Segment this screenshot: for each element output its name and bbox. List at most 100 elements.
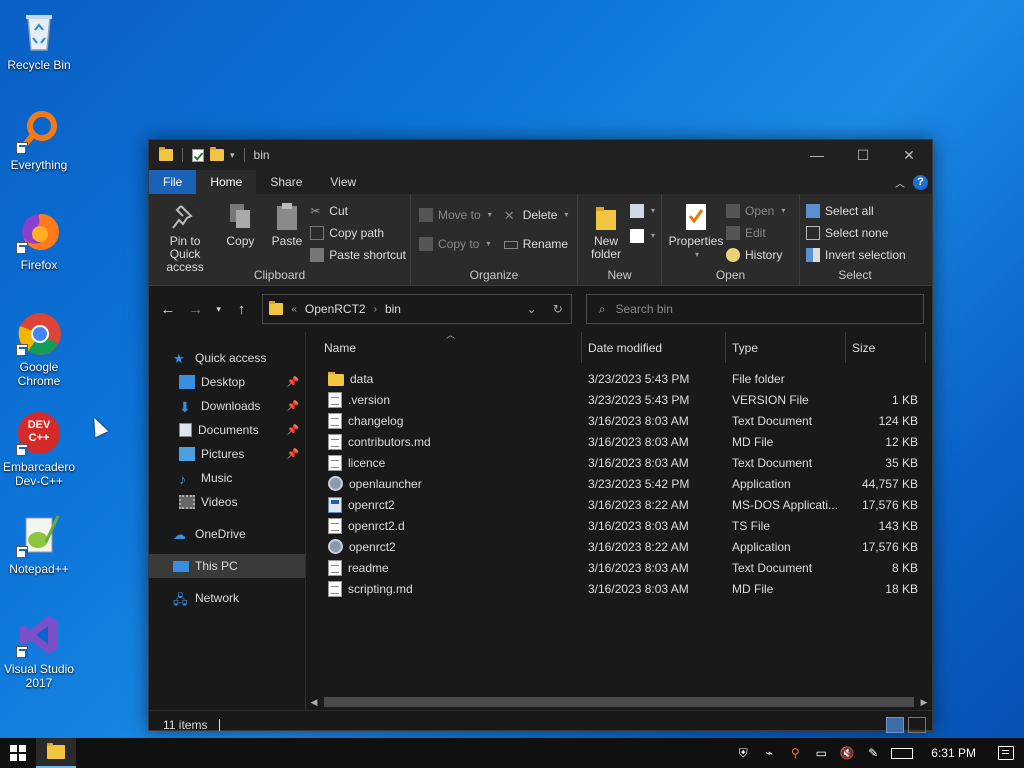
up-arrow-icon[interactable]: ↑ — [231, 301, 253, 318]
delete-label: Delete — [522, 207, 558, 222]
file-row[interactable]: openlauncher 3/23/2023 5:42 PM Application… — [306, 473, 932, 494]
desktop-icon-devcpp[interactable]: DEV C++ Embarcadero Dev-C++ — [0, 410, 78, 488]
select-none-icon — [806, 225, 820, 240]
search-box[interactable]: ⌕ Search bin — [585, 294, 924, 324]
tab-share[interactable]: Share — [256, 170, 316, 194]
paste-button[interactable]: Paste — [264, 198, 311, 267]
close-button[interactable]: ✕ — [886, 140, 932, 170]
recent-locations-chevron-icon[interactable]: ▾ — [213, 304, 225, 315]
scroll-left-icon[interactable]: ◀ — [306, 697, 322, 708]
desktop-icon-notepadpp[interactable]: Notepad++ — [0, 512, 78, 576]
scroll-right-icon[interactable]: ▶ — [916, 697, 932, 708]
keyboard-icon[interactable] — [891, 747, 914, 759]
address-dropdown-chevron-icon[interactable]: ⌄ — [527, 302, 537, 316]
new-folder-quick-icon[interactable] — [210, 147, 224, 161]
edit-icon — [726, 225, 740, 240]
move-to-button[interactable]: Move to ▾ — [419, 206, 492, 223]
clock[interactable]: 6:31 PM — [931, 746, 976, 760]
nav-quick-access[interactable]: ★ Quick access — [149, 346, 305, 370]
security-shield-icon[interactable]: ⛨ — [735, 746, 751, 760]
breadcrumb-overflow-icon[interactable]: « — [291, 304, 297, 315]
edit-button[interactable]: Edit — [726, 224, 785, 241]
properties-button[interactable]: Properties ▾ — [666, 198, 726, 267]
file-row[interactable]: scripting.md 3/16/2023 8:03 AM MD File 18 K… — [306, 578, 932, 599]
network-disconnected-icon[interactable]: ⌁ — [761, 746, 777, 760]
desktop-icon-recycle-bin[interactable]: Recycle Bin — [0, 8, 78, 72]
collapse-ribbon-chevron-icon[interactable]: ︿ — [895, 175, 905, 190]
tab-file[interactable]: File — [149, 170, 197, 194]
volume-muted-icon[interactable]: 🔇 — [839, 746, 855, 760]
pen-icon[interactable]: ✎ — [865, 746, 881, 760]
maximize-button[interactable]: ☐ — [840, 140, 886, 170]
easy-access-button[interactable]: ▾ — [630, 227, 655, 244]
file-row[interactable]: data 3/23/2023 5:43 PM File folder — [306, 368, 932, 389]
file-row[interactable]: readme 3/16/2023 8:03 AM Text Document 8 KB — [306, 557, 932, 578]
nav-downloads[interactable]: ⬇ Downloads 📌 — [149, 394, 305, 418]
mouse-cursor — [87, 414, 109, 438]
nav-videos[interactable]: Videos — [149, 490, 305, 514]
file-row[interactable]: openrct2 3/16/2023 8:22 AM Application 17,5… — [306, 536, 932, 557]
cloud-icon: ☁ — [173, 527, 186, 542]
customize-toolbar-chevron-icon[interactable]: ▾ — [230, 150, 235, 161]
file-row[interactable]: openrct2.d 3/16/2023 8:03 AM TS File 143 KB — [306, 515, 932, 536]
refresh-icon[interactable]: ↻ — [553, 302, 563, 316]
nav-documents[interactable]: Documents 📌 — [149, 418, 305, 442]
start-button[interactable] — [0, 738, 36, 768]
file-row[interactable]: .version 3/23/2023 5:43 PM VERSION File 1 K… — [306, 389, 932, 410]
nav-network[interactable]: 🖧 Network — [149, 586, 305, 610]
column-type[interactable]: Type — [726, 332, 846, 363]
help-icon[interactable]: ? — [913, 174, 928, 190]
properties-quick-icon[interactable] — [192, 148, 204, 162]
breadcrumb-chevron-icon[interactable]: › — [374, 304, 377, 315]
paste-shortcut-button[interactable]: Paste shortcut — [310, 246, 406, 263]
rename-button[interactable]: Rename — [503, 235, 569, 252]
file-row[interactable]: contributors.md 3/16/2023 8:03 AM MD File 1… — [306, 431, 932, 452]
large-icons-view-icon[interactable] — [908, 716, 926, 733]
new-folder-button[interactable]: New folder — [582, 198, 630, 267]
select-all-button[interactable]: Select all — [806, 202, 906, 219]
desktop-icon-everything[interactable]: Everything — [0, 108, 78, 172]
column-size[interactable]: Size — [846, 332, 926, 363]
column-date-modified[interactable]: Date modified — [582, 332, 726, 363]
nav-onedrive[interactable]: ☁ OneDrive — [149, 522, 305, 546]
open-button[interactable]: Open ▾ — [726, 202, 785, 219]
everything-tray-icon[interactable]: ⚲ — [787, 746, 803, 760]
nav-pictures[interactable]: Pictures 📌 — [149, 442, 305, 466]
breadcrumb-openrct2[interactable]: OpenRCT2 — [305, 302, 366, 316]
desktop-icon-chrome[interactable]: Google Chrome — [0, 310, 78, 388]
network-icon[interactable]: ▭ — [813, 746, 829, 760]
nav-desktop[interactable]: Desktop 📌 — [149, 370, 305, 394]
details-view-icon[interactable] — [886, 716, 904, 733]
taskbar-file-explorer[interactable] — [36, 738, 76, 768]
file-size: 8 KB — [891, 560, 918, 575]
file-row[interactable]: changelog 3/16/2023 8:03 AM Text Document 1… — [306, 410, 932, 431]
invert-selection-button[interactable]: Invert selection — [806, 246, 906, 263]
horizontal-scrollbar[interactable]: ◀ ▶ — [306, 694, 932, 710]
copy-to-button[interactable]: Copy to ▾ — [419, 235, 492, 252]
pin-to-quick-access-button[interactable]: Pin to Quick access — [153, 198, 217, 274]
file-row[interactable]: openrct2 3/16/2023 8:22 AM MS-DOS Applicat… — [306, 494, 932, 515]
cut-button[interactable]: ✂ Cut — [310, 202, 406, 219]
delete-button[interactable]: ✕ Delete ▾ — [504, 206, 569, 223]
action-center-icon[interactable] — [998, 746, 1014, 760]
new-item-button[interactable]: ▾ — [630, 202, 655, 219]
doc-file-icon — [328, 517, 342, 534]
address-bar[interactable]: « OpenRCT2 › bin ⌄ ↻ — [262, 294, 572, 324]
desktop-icon-firefox[interactable]: Firefox — [0, 208, 78, 272]
tab-view[interactable]: View — [316, 170, 370, 194]
history-button[interactable]: History — [726, 246, 785, 263]
copy-button[interactable]: Copy — [217, 198, 264, 267]
back-arrow-icon[interactable]: ← — [157, 301, 179, 318]
select-none-button[interactable]: Select none — [806, 224, 906, 241]
scrollbar-thumb[interactable] — [324, 697, 914, 707]
nav-music[interactable]: ♪ Music — [149, 466, 305, 490]
forward-arrow-icon[interactable]: → — [185, 301, 207, 318]
breadcrumb-bin[interactable]: bin — [385, 302, 401, 316]
file-row[interactable]: licence 3/16/2023 8:03 AM Text Document 35 … — [306, 452, 932, 473]
desktop-icon-visual-studio[interactable]: Visual Studio 2017 — [0, 612, 78, 690]
nav-this-pc[interactable]: This PC — [149, 554, 305, 578]
column-name[interactable]: Name — [306, 332, 582, 363]
copy-path-button[interactable]: Copy path — [310, 224, 406, 241]
tab-home[interactable]: Home — [196, 170, 257, 194]
minimize-button[interactable]: — — [794, 140, 840, 170]
